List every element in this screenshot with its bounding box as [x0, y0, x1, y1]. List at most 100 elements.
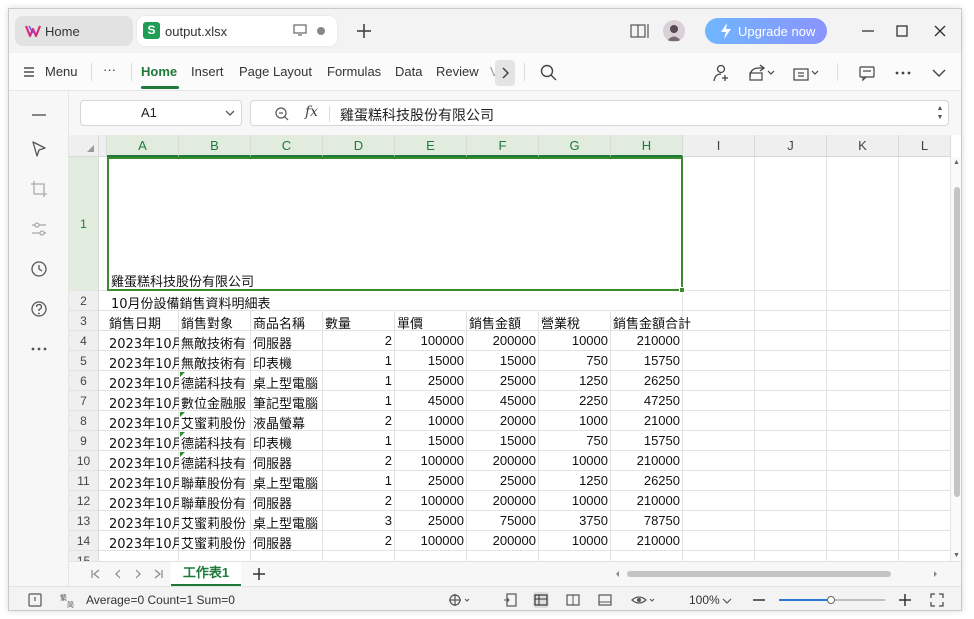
table-cell[interactable]: 25000: [395, 473, 467, 491]
column-header-a[interactable]: A: [107, 135, 179, 157]
table-cell[interactable]: 100000: [395, 493, 467, 511]
page-layout-icon[interactable]: [565, 592, 581, 608]
scroll-up-arrow[interactable]: ▲: [953, 159, 960, 166]
tab-review[interactable]: Review: [436, 64, 479, 79]
page-break-icon[interactable]: [503, 592, 519, 608]
close-icon[interactable]: [930, 21, 950, 41]
menu-icon[interactable]: [23, 65, 35, 79]
table-cell[interactable]: 數位金融服: [179, 393, 251, 411]
book-icon[interactable]: [629, 21, 651, 41]
table-cell[interactable]: 伺服器: [251, 493, 323, 511]
share-icon[interactable]: [711, 63, 731, 83]
table-cell[interactable]: 1250: [539, 473, 611, 491]
table-cell[interactable]: 桌上型電腦: [251, 373, 323, 391]
table-cell[interactable]: 3: [323, 513, 395, 531]
row-header-6[interactable]: 6: [69, 371, 99, 391]
table-cell[interactable]: 伺服器: [251, 453, 323, 471]
last-sheet-icon[interactable]: [151, 567, 165, 581]
table-cell[interactable]: 德諾科技有: [179, 453, 251, 471]
zoom-dropdown-icon[interactable]: [721, 592, 733, 608]
table-cell[interactable]: 15000: [395, 433, 467, 451]
add-sheet-icon[interactable]: [252, 567, 266, 581]
table-cell[interactable]: 2023年10月: [107, 433, 179, 451]
table-cell[interactable]: 15000: [395, 353, 467, 371]
table-cell[interactable]: 15750: [611, 353, 683, 371]
row-header-4[interactable]: 4: [69, 331, 99, 351]
table-cell[interactable]: 200000: [467, 493, 539, 511]
row-header-8[interactable]: 8: [69, 411, 99, 431]
table-cell[interactable]: 20000: [467, 413, 539, 431]
table-cell[interactable]: 桌上型電腦: [251, 513, 323, 531]
table-cell[interactable]: 47250: [611, 393, 683, 411]
first-sheet-icon[interactable]: [89, 567, 103, 581]
table-cell[interactable]: 2023年10月: [107, 453, 179, 471]
window-icon[interactable]: [293, 24, 307, 36]
table-cell[interactable]: 3750: [539, 513, 611, 531]
spreadsheet-grid[interactable]: ▲ ▼ A B C D E F G H I J K L 1 2 3 4 5 6 7 8 9 10 11 12 13 14 15 雞蛋糕…: [69, 135, 961, 561]
table-cell[interactable]: 750: [539, 433, 611, 451]
row-header-3[interactable]: 3: [69, 311, 99, 331]
table-cell[interactable]: 15000: [467, 353, 539, 371]
table-cell[interactable]: 75000: [467, 513, 539, 531]
reading-view-icon[interactable]: [597, 592, 613, 608]
column-header-h[interactable]: H: [611, 135, 683, 157]
table-cell[interactable]: 2023年10月: [107, 513, 179, 531]
table-cell[interactable]: 1: [323, 393, 395, 411]
comment-icon[interactable]: [857, 63, 877, 83]
row-header-10[interactable]: 10: [69, 451, 99, 471]
select-all-corner[interactable]: [69, 135, 99, 157]
table-cell[interactable]: 26250: [611, 473, 683, 491]
tab-home[interactable]: Home: [15, 16, 133, 46]
table-cell[interactable]: 78750: [611, 513, 683, 531]
fill-handle[interactable]: [679, 287, 685, 293]
tab-data[interactable]: Data: [395, 64, 422, 79]
table-cell[interactable]: 無敵技術有: [179, 353, 251, 371]
table-cell[interactable]: 10000: [539, 333, 611, 351]
table-cell[interactable]: 2023年10月: [107, 493, 179, 511]
more-tools-icon[interactable]: [29, 339, 49, 359]
table-cell[interactable]: 2023年10月: [107, 393, 179, 411]
table-cell[interactable]: 2250: [539, 393, 611, 411]
table-cell[interactable]: 2023年10月: [107, 413, 179, 431]
row-header-2[interactable]: 2: [69, 291, 99, 311]
freeze-icon[interactable]: [447, 592, 471, 608]
column-header-f[interactable]: F: [467, 135, 539, 157]
table-cell[interactable]: 15750: [611, 433, 683, 451]
filter-settings-icon[interactable]: [29, 219, 49, 239]
table-cell[interactable]: 45000: [395, 393, 467, 411]
table-cell[interactable]: 1000: [539, 413, 611, 431]
zoom-fit-icon[interactable]: [274, 106, 290, 122]
table-cell[interactable]: 1: [323, 373, 395, 391]
table-cell[interactable]: 聯華股份有: [179, 493, 251, 511]
table-cell[interactable]: 100000: [395, 333, 467, 351]
table-cell[interactable]: 液晶螢幕: [251, 413, 323, 431]
table-cell[interactable]: 10000: [539, 493, 611, 511]
menu-button[interactable]: Menu: [45, 64, 78, 79]
table-cell[interactable]: 2: [323, 413, 395, 431]
row-header-9[interactable]: 9: [69, 431, 99, 451]
table-cell[interactable]: 2: [323, 333, 395, 351]
prev-sheet-icon[interactable]: [111, 567, 125, 581]
header-cell[interactable]: 營業稅: [539, 313, 611, 331]
column-header-d[interactable]: D: [323, 135, 395, 157]
zoom-in-icon[interactable]: [897, 592, 913, 608]
history-icon[interactable]: [29, 259, 49, 279]
formula-input[interactable]: fx 雞蛋糕科技股份有限公司 ▲ ▼: [250, 100, 949, 126]
tab-insert[interactable]: Insert: [191, 64, 224, 79]
scroll-down-arrow[interactable]: ▼: [953, 552, 960, 559]
formula-scroller[interactable]: ▲ ▼: [936, 104, 944, 122]
header-cell[interactable]: 銷售對象: [179, 313, 251, 331]
header-cell[interactable]: 單價: [395, 313, 467, 331]
table-cell[interactable]: 10000: [395, 413, 467, 431]
table-cell[interactable]: 200000: [467, 333, 539, 351]
table-cell[interactable]: 2023年10月: [107, 373, 179, 391]
vertical-scroll-thumb[interactable]: [954, 187, 960, 497]
table-cell[interactable]: 2: [323, 453, 395, 471]
table-cell[interactable]: 伺服器: [251, 333, 323, 351]
table-cell[interactable]: 艾蜜莉股份: [179, 533, 251, 551]
cell-a2-report-title[interactable]: 10月份設備銷售資料明細表: [109, 293, 271, 312]
unsaved-dot-icon[interactable]: [317, 27, 325, 35]
column-header-c[interactable]: C: [251, 135, 323, 157]
table-cell[interactable]: 1250: [539, 373, 611, 391]
table-cell[interactable]: 10000: [539, 533, 611, 551]
